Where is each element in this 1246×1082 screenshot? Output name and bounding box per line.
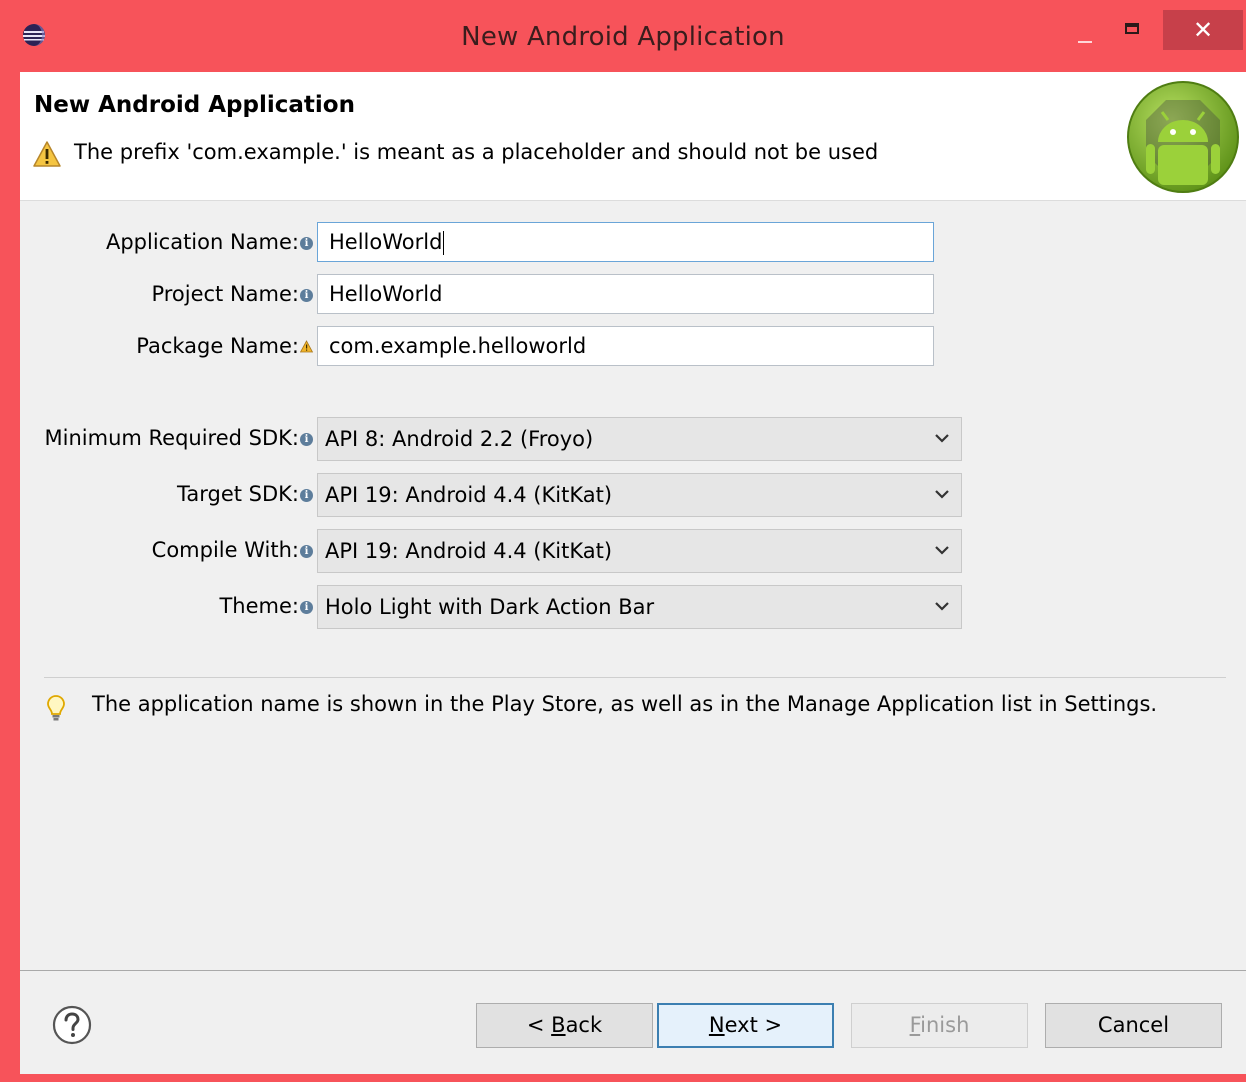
finish-rest: inish bbox=[920, 1013, 970, 1037]
back-button[interactable]: < Back bbox=[476, 1003, 653, 1048]
info-icon: i bbox=[300, 289, 313, 302]
project-name-input[interactable]: HelloWorld bbox=[317, 274, 934, 314]
close-button[interactable]: ✕ bbox=[1163, 10, 1243, 50]
help-icon[interactable] bbox=[52, 1005, 92, 1045]
separator bbox=[44, 677, 1226, 678]
package-name-input[interactable]: com.example.helloworld bbox=[317, 326, 934, 366]
target-sdk-value: API 19: Android 4.4 (KitKat) bbox=[325, 483, 613, 507]
application-name-label: Application Name: bbox=[105, 230, 299, 254]
project-name-label: Project Name: bbox=[151, 282, 299, 306]
back-prefix: < bbox=[526, 1013, 552, 1037]
chevron-down-icon bbox=[935, 490, 949, 499]
next-rest: ext > bbox=[724, 1013, 783, 1037]
min-sdk-value: API 8: Android 2.2 (Froyo) bbox=[325, 427, 594, 451]
minimize-button[interactable] bbox=[1070, 12, 1104, 52]
target-sdk-label: Target SDK: bbox=[177, 482, 299, 506]
chevron-down-icon bbox=[935, 602, 949, 611]
back-rest: ack bbox=[565, 1013, 603, 1037]
wizard-title: New Android Application bbox=[34, 92, 355, 118]
theme-value: Holo Light with Dark Action Bar bbox=[325, 595, 655, 619]
warning-icon bbox=[300, 340, 313, 353]
warning-icon bbox=[33, 141, 61, 167]
info-icon: i bbox=[300, 489, 313, 502]
cancel-button[interactable]: Cancel bbox=[1045, 1003, 1222, 1048]
dialog-window: New Android Application ✕ New Android Ap… bbox=[0, 0, 1246, 1082]
title-bar[interactable]: New Android Application ✕ bbox=[0, 0, 1246, 72]
finish-mnemonic: F bbox=[909, 1013, 921, 1037]
theme-label: Theme: bbox=[219, 594, 299, 618]
window-title: New Android Application bbox=[461, 22, 785, 52]
android-logo-icon bbox=[1127, 81, 1239, 193]
chevron-down-icon bbox=[935, 434, 949, 443]
next-button[interactable]: Next > bbox=[657, 1003, 834, 1048]
info-icon: i bbox=[300, 433, 313, 446]
compile-with-label: Compile With: bbox=[151, 538, 299, 562]
dialog-content: New Android Application The prefix 'com.… bbox=[20, 72, 1246, 1074]
info-icon: i bbox=[300, 601, 313, 614]
theme-dropdown[interactable]: Holo Light with Dark Action Bar bbox=[317, 585, 962, 629]
next-mnemonic: N bbox=[708, 1013, 725, 1037]
lightbulb-icon bbox=[47, 695, 65, 721]
compile-with-value: API 19: Android 4.4 (KitKat) bbox=[325, 539, 613, 563]
min-sdk-dropdown[interactable]: API 8: Android 2.2 (Froyo) bbox=[317, 417, 962, 461]
application-name-input[interactable]: HelloWorld bbox=[317, 222, 934, 262]
chevron-down-icon bbox=[935, 546, 949, 555]
back-mnemonic: B bbox=[551, 1013, 566, 1037]
text-cursor bbox=[443, 231, 445, 255]
wizard-header: New Android Application The prefix 'com.… bbox=[20, 72, 1246, 201]
target-sdk-dropdown[interactable]: API 19: Android 4.4 (KitKat) bbox=[317, 473, 962, 517]
hint-text: The application name is shown in the Pla… bbox=[92, 692, 1158, 716]
info-icon: i bbox=[300, 237, 313, 250]
maximize-button[interactable] bbox=[1115, 12, 1151, 52]
button-bar-separator bbox=[20, 970, 1246, 971]
info-icon: i bbox=[300, 545, 313, 558]
finish-button[interactable]: Finish bbox=[851, 1003, 1028, 1048]
package-name-label: Package Name: bbox=[136, 334, 299, 358]
application-name-value: HelloWorld bbox=[329, 230, 443, 254]
wizard-message: The prefix 'com.example.' is meant as a … bbox=[74, 140, 879, 164]
min-sdk-label: Minimum Required SDK: bbox=[44, 426, 299, 450]
compile-with-dropdown[interactable]: API 19: Android 4.4 (KitKat) bbox=[317, 529, 962, 573]
